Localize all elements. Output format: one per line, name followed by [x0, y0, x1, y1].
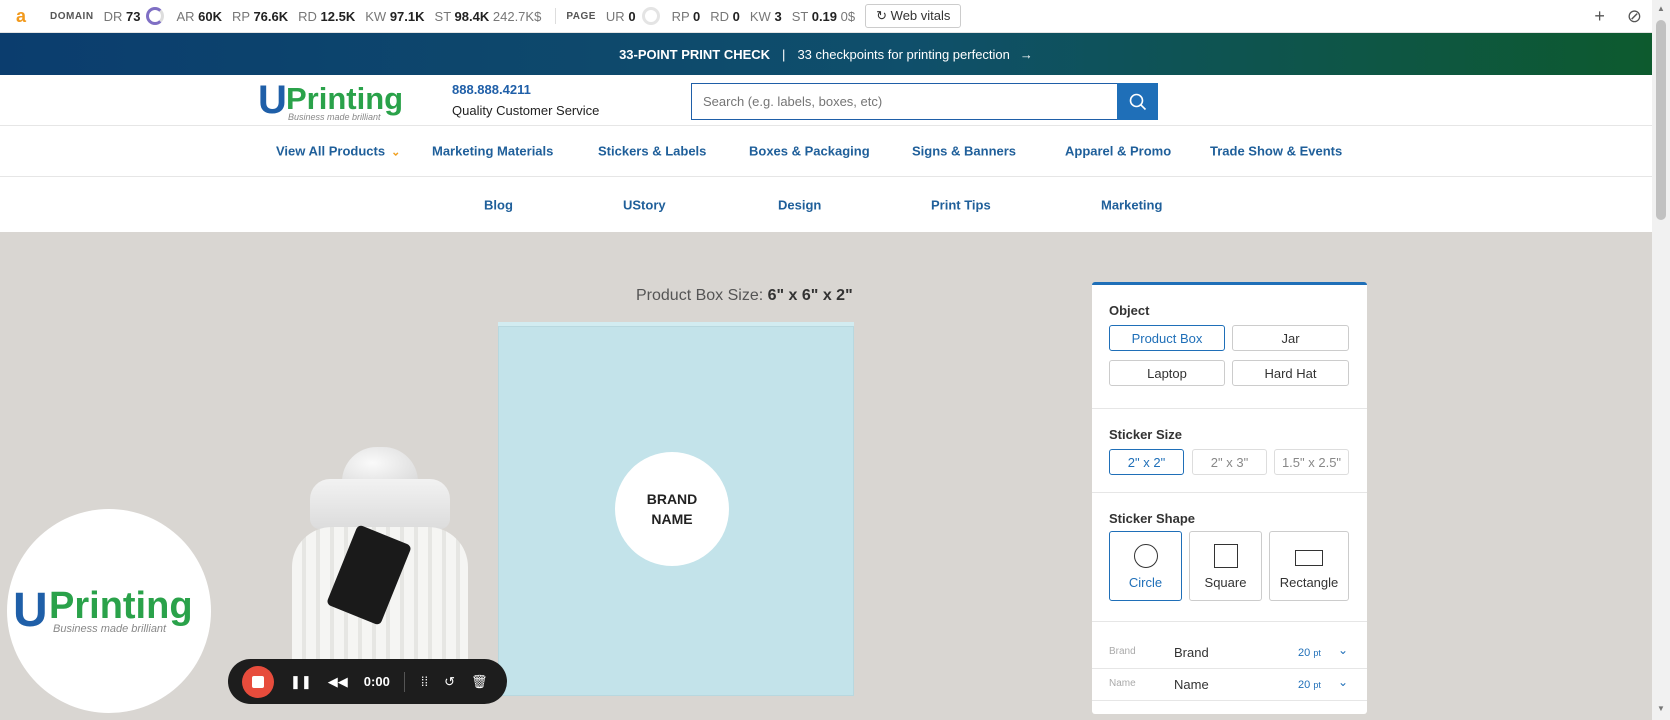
primary-nav: View All Products ⌄ Marketing Materials S… [0, 126, 1652, 177]
metric-page-kw[interactable]: KW 3 [750, 9, 782, 24]
sticker-size-section: Sticker Size 2" x 2" 2" x 3" 1.5" x 2.5" [1092, 409, 1367, 493]
metric-st[interactable]: ST 98.4K 242.7K$ [435, 9, 542, 24]
brand-text-field[interactable]: Brand Brand 20 pt ⌄ [1092, 637, 1367, 669]
overlay-logo-bubble: U Printing Business made brilliant [7, 509, 211, 713]
search-button[interactable] [1117, 83, 1158, 120]
secondary-nav: Blog UStory Design Print Tips Marketing [0, 177, 1652, 232]
size-2x3-button[interactable]: 2" x 3" [1192, 449, 1267, 475]
name-font-size[interactable]: 20 pt [1298, 679, 1321, 691]
logo-tagline: Business made brilliant [288, 112, 381, 122]
metric-rp[interactable]: RP 76.6K [232, 9, 288, 24]
metric-kw[interactable]: KW 97.1K [365, 9, 424, 24]
product-preview-area: Product Box Size: 6" x 6" x 2" BRAND NAM… [0, 232, 1652, 720]
customer-service-label: Quality Customer Service [452, 103, 600, 118]
restart-icon[interactable]: ↺ [444, 674, 455, 690]
divider [555, 8, 557, 24]
nav-trade-show-events[interactable]: Trade Show & Events [1210, 144, 1342, 159]
stop-recording-button[interactable] [242, 665, 274, 698]
pause-icon[interactable]: ❚❚ [290, 674, 312, 690]
recording-timer: 0:00 [363, 674, 390, 689]
sticker-size-heading: Sticker Size [1109, 427, 1182, 442]
brand-font-size[interactable]: 20 pt [1298, 647, 1321, 659]
shape-circle-button[interactable]: Circle [1109, 531, 1182, 601]
metric-page-st[interactable]: ST 0.19 0$ [792, 9, 855, 24]
stop-icon [252, 675, 264, 688]
chevron-down-icon: ⌄ [391, 146, 401, 159]
object-hard-hat-button[interactable]: Hard Hat [1232, 360, 1349, 386]
nav-marketing[interactable]: Marketing [1101, 197, 1162, 212]
plus-icon[interactable]: + [1594, 6, 1605, 27]
site-header: U Printing Business made brilliant 888.8… [0, 75, 1652, 126]
sticker-shape-heading: Sticker Shape [1109, 511, 1195, 526]
promo-banner[interactable]: 33-POINT PRINT CHECK | 33 checkpoints fo… [0, 33, 1652, 75]
object-jar-button[interactable]: Jar [1232, 325, 1349, 351]
nav-stickers-labels[interactable]: Stickers & Labels [598, 144, 706, 159]
shape-square-button[interactable]: Square [1189, 531, 1262, 601]
phone-number-link[interactable]: 888.888.4211 [452, 82, 531, 97]
nav-blog[interactable]: Blog [484, 197, 513, 212]
square-icon [1213, 544, 1238, 568]
metric-rd[interactable]: RD 12.5K [298, 9, 355, 24]
sticker-preview: BRAND NAME [615, 452, 729, 566]
page-label: PAGE [566, 10, 596, 22]
object-section: Object Product Box Jar Laptop Hard Hat [1092, 285, 1367, 409]
rectangle-icon [1295, 550, 1323, 566]
product-box-size-label: Product Box Size: 6" x 6" x 2" [636, 287, 853, 304]
trash-icon[interactable]: 🗑 [471, 674, 488, 690]
seo-toolbar-actions: + ⊘ [1594, 0, 1642, 33]
ahrefs-logo[interactable]: a [10, 6, 32, 27]
size-1-5x2-5-button[interactable]: 1.5" x 2.5" [1274, 449, 1349, 475]
shape-rectangle-button[interactable]: Rectangle [1269, 531, 1349, 601]
domain-label: DOMAIN [50, 10, 94, 22]
dr-ring-icon [146, 7, 165, 25]
metric-dr[interactable]: DR 73 [104, 9, 141, 24]
scrollbar-thumb[interactable] [1656, 20, 1666, 220]
divider [403, 671, 405, 692]
scroll-down-icon[interactable]: ▼ [1657, 704, 1665, 713]
chevron-down-icon[interactable]: ⌄ [1338, 675, 1348, 689]
size-2x2-button[interactable]: 2" x 2" [1109, 449, 1184, 475]
nav-view-all-products[interactable]: View All Products ⌄ [276, 144, 400, 159]
screen-recorder-controls: ❚❚ ◀◀ 0:00 ⁞⁞ ↺ 🗑 [228, 659, 507, 704]
sticker-config-panel: Object Product Box Jar Laptop Hard Hat S… [1092, 282, 1367, 714]
search-input[interactable] [691, 83, 1118, 120]
nav-apparel-promo[interactable]: Apparel & Promo [1065, 144, 1171, 159]
uprinting-logo[interactable]: U Printing Business made brilliant [258, 80, 418, 124]
logo-u: U [258, 78, 287, 122]
chevron-down-icon[interactable]: ⌄ [1338, 643, 1348, 657]
object-laptop-button[interactable]: Laptop [1109, 360, 1225, 386]
object-product-box-button[interactable]: Product Box [1109, 325, 1225, 351]
metric-ar[interactable]: AR 60K [176, 9, 222, 24]
scroll-up-icon[interactable]: ▲ [1657, 4, 1665, 13]
nav-marketing-materials[interactable]: Marketing Materials [432, 144, 553, 159]
metric-page-rp[interactable]: RP 0 [672, 9, 701, 24]
nav-design[interactable]: Design [778, 197, 821, 212]
metric-page-rd[interactable]: RD 0 [710, 9, 740, 24]
metric-page-ur[interactable]: UR 0 [606, 9, 636, 24]
web-vitals-button[interactable]: ↻ Web vitals [865, 4, 962, 28]
search-icon [1129, 93, 1146, 110]
rewind-icon[interactable]: ◀◀ [328, 674, 348, 690]
name-text-field[interactable]: Name Name 20 pt ⌄ [1092, 669, 1367, 701]
nav-signs-banners[interactable]: Signs & Banners [912, 144, 1016, 159]
circle-icon [1133, 544, 1158, 568]
nav-boxes-packaging[interactable]: Boxes & Packaging [749, 144, 870, 159]
promo-separator: | [782, 46, 786, 62]
arrow-right-icon: → [1019, 46, 1033, 62]
promo-text: 33 checkpoints for printing perfection [797, 46, 1010, 62]
nav-print-tips[interactable]: Print Tips [931, 197, 991, 212]
ur-ring-icon [641, 7, 660, 25]
nav-ustory[interactable]: UStory [623, 197, 666, 212]
refresh-icon: ↻ [876, 8, 888, 23]
promo-headline: 33-POINT PRINT CHECK [619, 46, 771, 62]
seo-toolbar: a DOMAIN DR 73 AR 60K RP 76.6K RD 12.5K … [0, 0, 1652, 33]
logo-printing: Printing [286, 81, 404, 116]
object-heading: Object [1109, 303, 1150, 318]
disable-icon[interactable]: ⊘ [1627, 6, 1642, 27]
grid-icon[interactable]: ⁞⁞ [421, 674, 428, 689]
